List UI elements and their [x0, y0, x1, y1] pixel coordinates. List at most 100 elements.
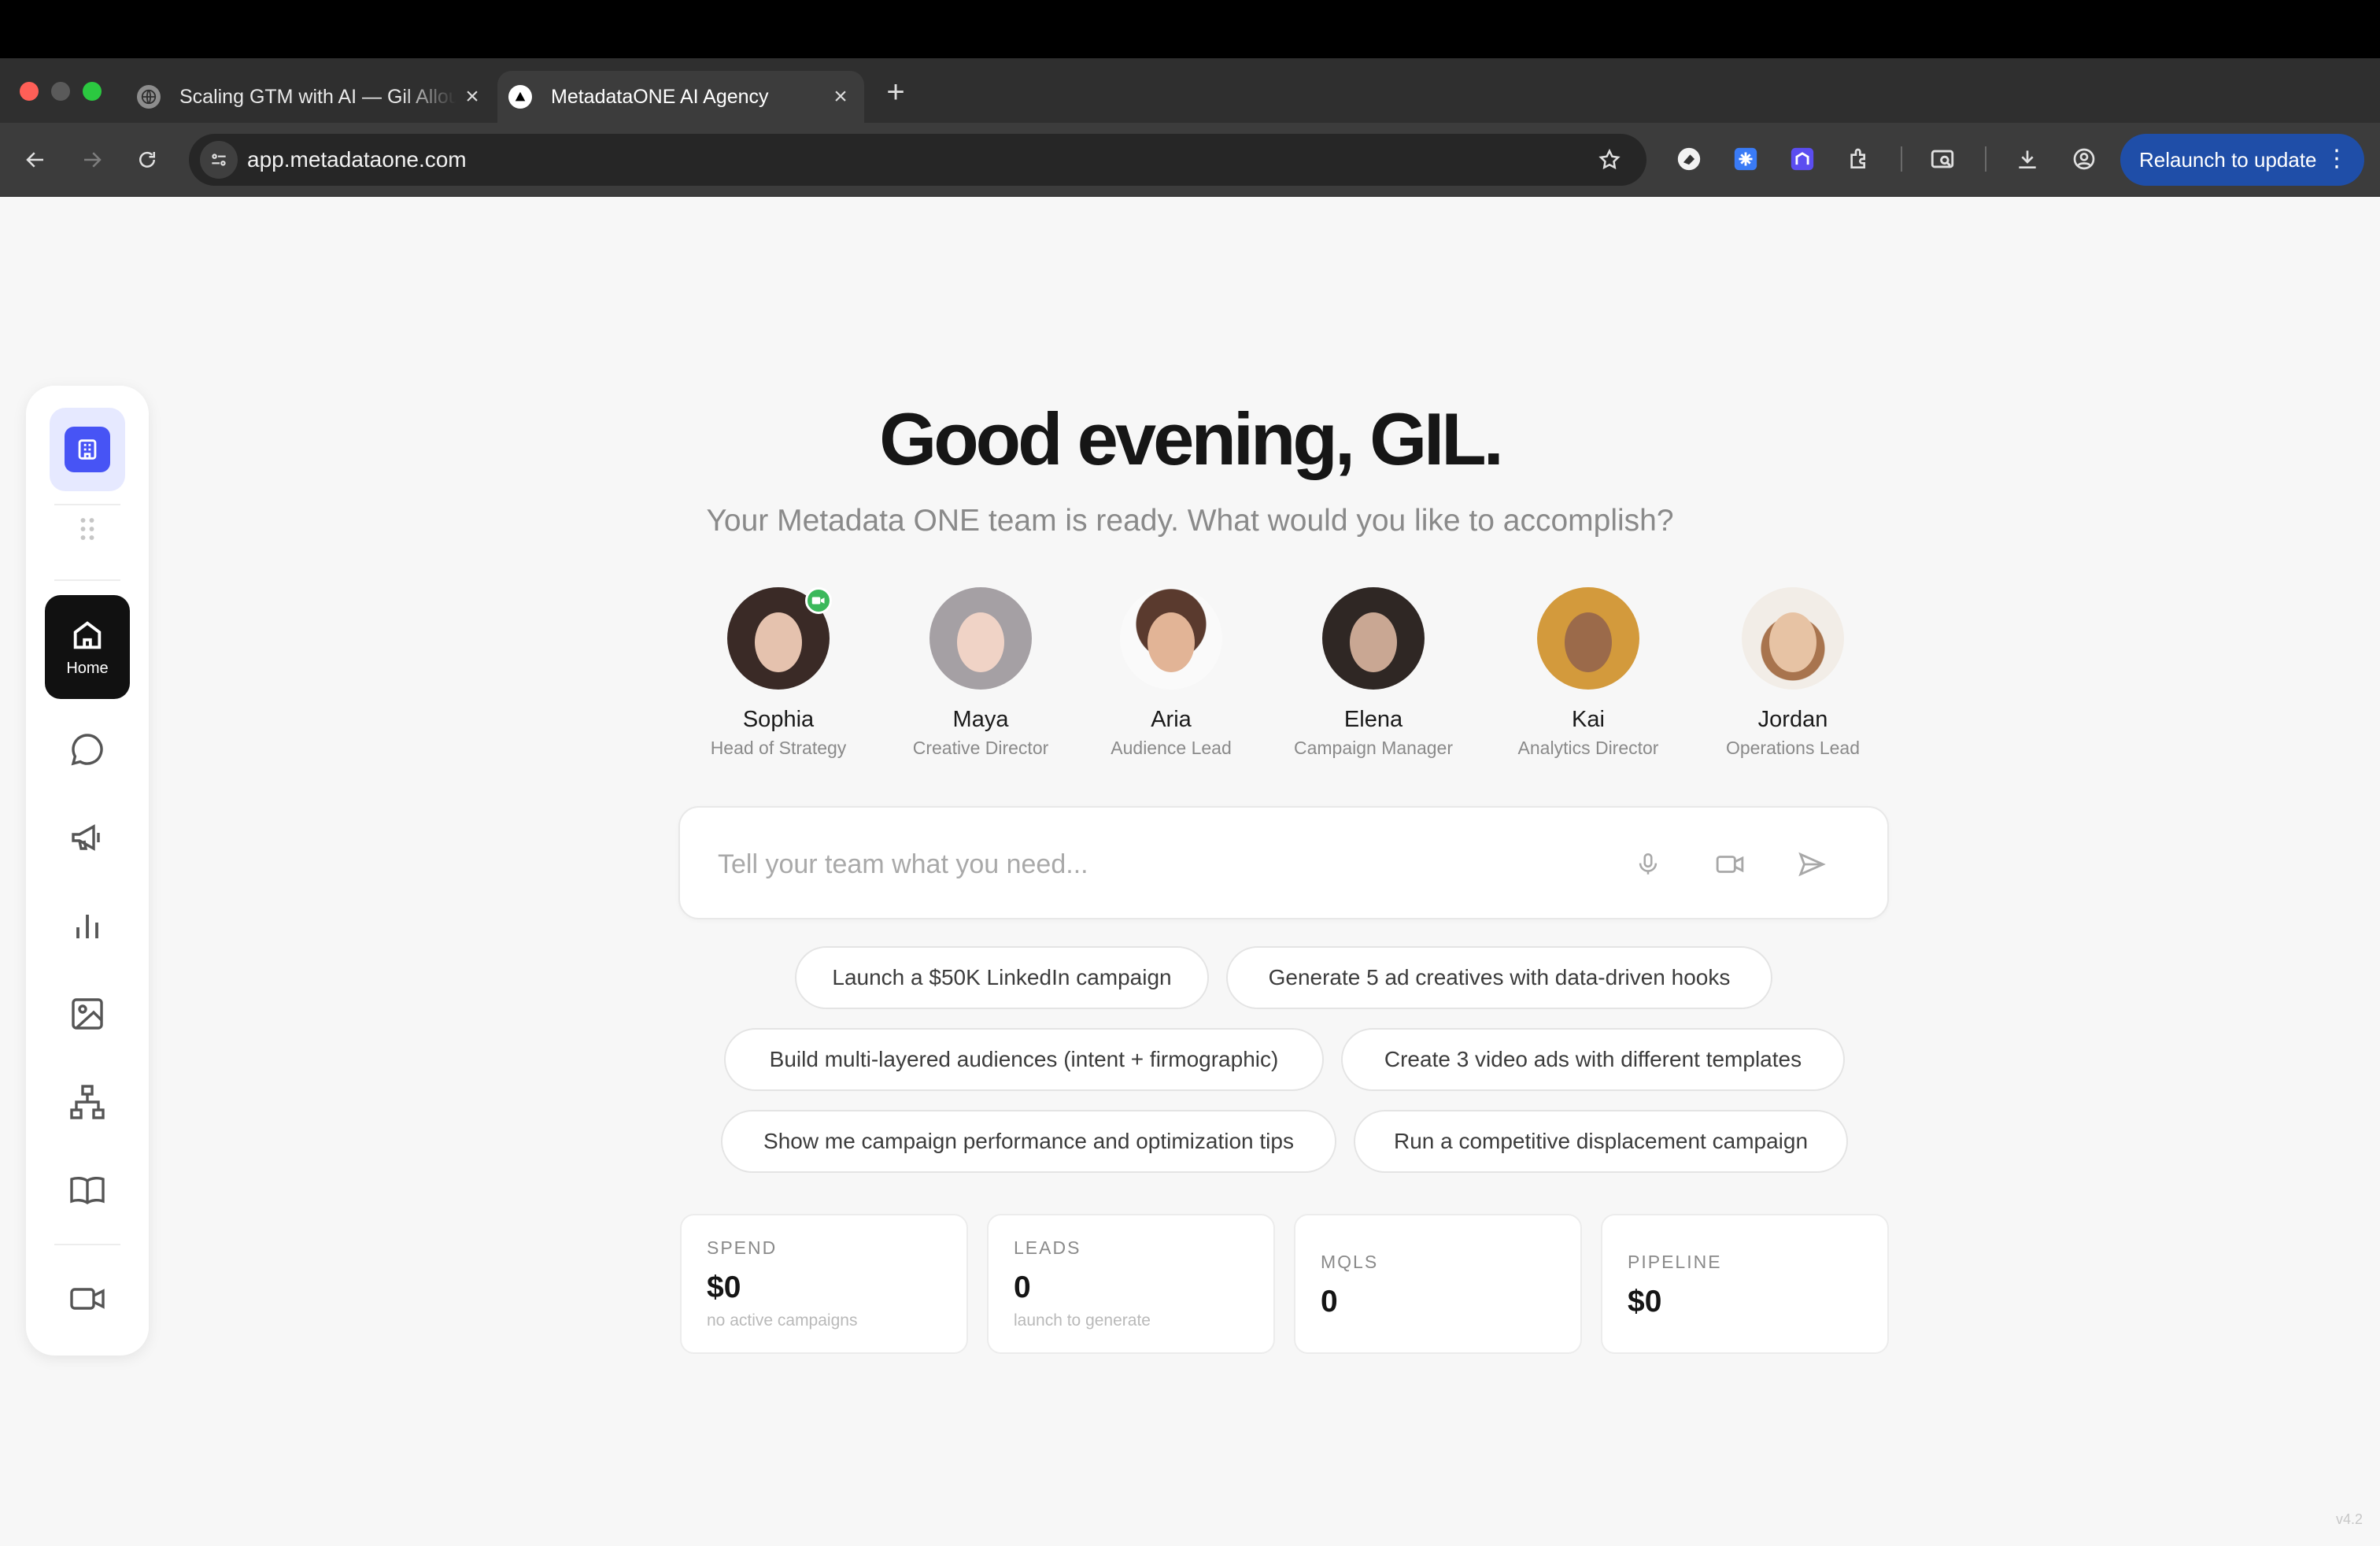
- fullscreen-window-button[interactable]: [83, 82, 102, 101]
- extension-eraser-icon[interactable]: [1672, 142, 1706, 176]
- member-role: Campaign Manager: [1293, 738, 1453, 758]
- close-window-button[interactable]: [20, 82, 39, 101]
- menu-bar: [0, 0, 2380, 58]
- close-tab-icon[interactable]: ×: [825, 83, 856, 110]
- download-icon[interactable]: [2010, 142, 2045, 176]
- tab-metadataone[interactable]: MetadataONE AI Agency ×: [497, 71, 864, 123]
- sidebar-home-label: Home: [66, 659, 109, 677]
- tab-scaling-gtm[interactable]: Scaling GTM with AI — Gil Allouche ×: [126, 71, 496, 123]
- member-name: Aria: [1151, 707, 1192, 732]
- sidebar-item-playbooks[interactable]: [64, 1167, 111, 1214]
- avatar: [929, 587, 1032, 690]
- team-member-kai[interactable]: Kai Analytics Director: [1494, 587, 1683, 759]
- tab-title: MetadataONE AI Agency: [551, 85, 769, 108]
- sidebar-item-audiences[interactable]: [64, 1078, 111, 1126]
- stat-card-leads: LEADS 0 launch to generate: [987, 1214, 1275, 1354]
- more-vertical-icon[interactable]: ⋮: [2325, 146, 2349, 172]
- stat-label: PIPELINE: [1628, 1252, 1722, 1272]
- sidebar-item-video[interactable]: [64, 1275, 111, 1322]
- prompt-box: [678, 806, 1889, 919]
- relaunch-to-update-button[interactable]: Relaunch to update ⋮: [2120, 134, 2364, 186]
- team-member-aria[interactable]: Aria Audience Lead: [1077, 587, 1266, 759]
- avatar-face: [1148, 612, 1195, 672]
- megaphone-icon: [72, 824, 100, 851]
- url-text: app.metadataone.com: [247, 147, 467, 172]
- reload-icon[interactable]: [128, 140, 167, 179]
- sidebar-item-chat[interactable]: [64, 726, 111, 773]
- video-camera-icon[interactable]: [1709, 844, 1750, 885]
- new-tab-button[interactable]: +: [880, 72, 911, 112]
- member-role: Creative Director: [912, 738, 1049, 758]
- avatar: [1742, 587, 1844, 690]
- team-member-maya[interactable]: Maya Creative Director: [886, 587, 1075, 759]
- extension-metadata-icon[interactable]: [1785, 142, 1820, 176]
- stat-subtext: no active campaigns: [707, 1311, 858, 1330]
- toolbar-separator: [1901, 146, 1902, 172]
- profile-icon[interactable]: [2067, 142, 2101, 176]
- sidebar-item-home[interactable]: Home: [45, 595, 130, 699]
- team-member-sophia[interactable]: Sophia Head of Strategy: [684, 587, 873, 759]
- suggestion-chip[interactable]: Show me campaign performance and optimiz…: [721, 1110, 1336, 1173]
- stat-label: MQLS: [1321, 1252, 1379, 1272]
- extensions-puzzle-icon[interactable]: [1842, 142, 1876, 176]
- stat-card-mqls: MQLS 0: [1294, 1214, 1582, 1354]
- avatar-face: [1769, 612, 1816, 672]
- greeting-subtitle: Your Metadata ONE team is ready. What wo…: [706, 504, 1674, 538]
- tab-title: Scaling GTM with AI — Gil Allouche: [179, 85, 456, 108]
- avatar: [1120, 587, 1222, 690]
- metadataone-favicon-icon: [508, 85, 532, 109]
- minimize-window-button[interactable]: [51, 82, 70, 101]
- toolbar-separator: [1985, 146, 1986, 172]
- live-video-badge-icon: [805, 587, 832, 614]
- prompt-input[interactable]: [718, 842, 1662, 886]
- stat-card-spend: SPEND $0 no active campaigns: [680, 1214, 968, 1354]
- suggestion-chip[interactable]: Create 3 video ads with different templa…: [1341, 1028, 1845, 1091]
- stat-value: 0: [1321, 1285, 1338, 1319]
- stat-subtext: launch to generate: [1014, 1311, 1151, 1330]
- back-arrow-icon[interactable]: [16, 140, 55, 179]
- chat-icon: [71, 734, 103, 766]
- member-name: Kai: [1572, 707, 1605, 732]
- team-member-elena[interactable]: Elena Campaign Manager: [1279, 587, 1468, 759]
- avatar: [1322, 587, 1425, 690]
- member-role: Head of Strategy: [710, 738, 847, 758]
- avatar: [1537, 587, 1639, 690]
- book-icon: [70, 1176, 105, 1205]
- member-name: Elena: [1343, 707, 1403, 732]
- member-role: Operations Lead: [1725, 738, 1861, 758]
- sidebar-divider: [54, 1244, 120, 1245]
- avatar-face: [1350, 612, 1397, 672]
- forward-arrow-icon[interactable]: [72, 140, 112, 179]
- tab-search-icon[interactable]: [1925, 142, 1960, 176]
- suggestion-chip[interactable]: Build multi-layered audiences (intent + …: [724, 1028, 1324, 1091]
- send-icon[interactable]: [1791, 844, 1832, 885]
- video-icon: [70, 1288, 105, 1310]
- sidebar-item-creatives[interactable]: [64, 990, 111, 1037]
- member-name: Sophia: [742, 707, 815, 732]
- stat-card-pipeline: PIPELINE $0: [1601, 1214, 1889, 1354]
- suggestion-chip[interactable]: Launch a $50K LinkedIn campaign: [795, 946, 1209, 1009]
- close-tab-icon[interactable]: ×: [456, 83, 488, 110]
- team-member-jordan[interactable]: Jordan Operations Lead: [1698, 587, 1887, 759]
- suggestion-chip[interactable]: Run a competitive displacement campaign: [1354, 1110, 1848, 1173]
- bookmark-star-icon[interactable]: [1591, 142, 1628, 178]
- sidebar-item-campaigns[interactable]: [64, 814, 111, 861]
- stat-label: SPEND: [707, 1237, 778, 1258]
- member-role: Analytics Director: [1517, 738, 1659, 758]
- stat-label: LEADS: [1014, 1237, 1081, 1258]
- avatar-face: [755, 612, 802, 672]
- version-label: v4.2: [2335, 1511, 2363, 1527]
- sidebar-item-analytics[interactable]: [64, 902, 111, 949]
- bar-chart-icon: [76, 915, 98, 938]
- member-name: Jordan: [1757, 707, 1828, 732]
- microphone-icon[interactable]: [1628, 844, 1669, 885]
- org-chart-icon: [70, 1085, 105, 1119]
- suggestion-chip[interactable]: Generate 5 ad creatives with data-driven…: [1226, 946, 1772, 1009]
- address-bar[interactable]: app.metadataone.com: [189, 134, 1646, 186]
- avatar-face: [1565, 612, 1612, 672]
- stat-value: $0: [707, 1270, 741, 1304]
- site-info-icon[interactable]: [200, 141, 238, 179]
- member-name: Maya: [952, 707, 1009, 732]
- stat-value: $0: [1628, 1285, 1662, 1319]
- extension-sparkle-icon[interactable]: [1728, 142, 1763, 176]
